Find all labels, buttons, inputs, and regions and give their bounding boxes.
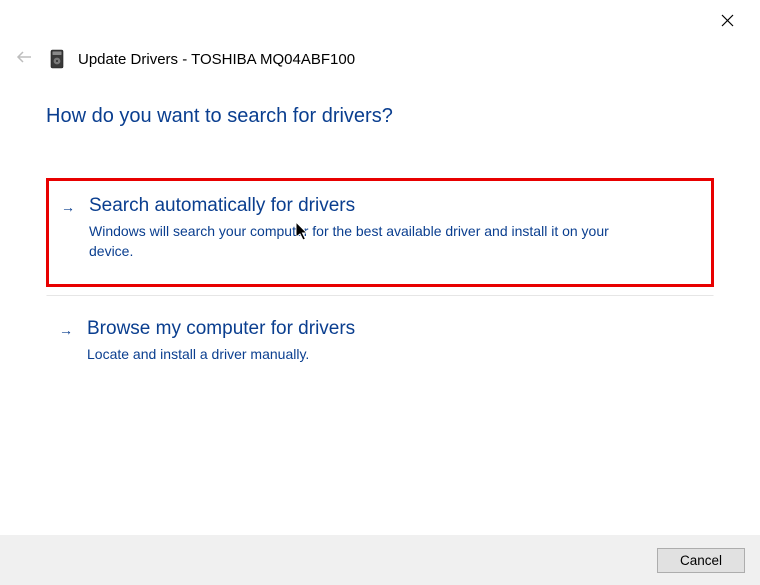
option-title: Search automatically for drivers	[89, 195, 693, 217]
footer-bar: Cancel	[0, 535, 760, 585]
arrow-right-icon: →	[59, 322, 73, 338]
option-description: Locate and install a driver manually.	[87, 344, 647, 364]
option-description: Windows will search your computer for th…	[89, 221, 649, 262]
close-icon	[721, 14, 734, 27]
window-header: Update Drivers - TOSHIBA MQ04ABF100	[12, 48, 355, 70]
cancel-button[interactable]: Cancel	[657, 548, 745, 573]
arrow-right-icon: →	[61, 199, 75, 215]
option-title: Browse my computer for drivers	[87, 318, 695, 340]
back-arrow-icon	[16, 51, 32, 63]
content-area: How do you want to search for drivers? →…	[46, 105, 714, 395]
window-title: Update Drivers - TOSHIBA MQ04ABF100	[78, 51, 355, 68]
option-browse-manual[interactable]: → Browse my computer for drivers Locate …	[46, 295, 714, 387]
close-button[interactable]	[713, 10, 742, 35]
page-heading: How do you want to search for drivers?	[46, 105, 714, 128]
drive-icon	[50, 49, 64, 69]
back-button	[12, 48, 36, 70]
option-search-automatic[interactable]: → Search automatically for drivers Windo…	[46, 178, 714, 287]
